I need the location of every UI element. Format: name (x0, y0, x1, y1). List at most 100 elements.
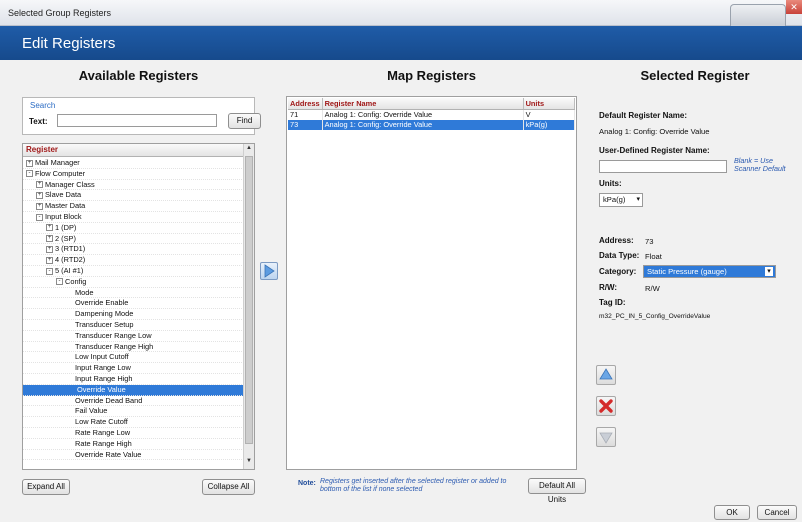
register-tree[interactable]: Register + Mail Manager - Flow Computer + Man… (22, 143, 255, 470)
category-label: Category: (599, 267, 637, 276)
tree-row[interactable]: Dampening Mode (23, 309, 244, 320)
expand-icon[interactable]: + (46, 235, 53, 243)
units-select[interactable]: kPa(g) ▾ (599, 193, 643, 207)
expand-icon[interactable]: + (36, 181, 43, 189)
find-button[interactable]: Find (228, 113, 261, 129)
tree-row[interactable]: -5 (AI #1) (23, 266, 244, 277)
collapse-all-button[interactable]: Collapse All (202, 479, 255, 495)
tree-row[interactable]: + Manager Class (23, 180, 244, 191)
collapse-icon[interactable]: - (46, 267, 53, 275)
tree-row-label: Transducer Range High (75, 341, 154, 351)
collapse-icon[interactable]: - (26, 170, 33, 178)
tree-row[interactable]: + Master Data (23, 201, 244, 212)
page-header: Edit Registers (0, 26, 802, 60)
tree-row-label: Transducer Setup (75, 319, 134, 329)
tree-row-label: 3 (RTD1) (55, 244, 86, 254)
chevron-down-icon: ▾ (636, 196, 640, 203)
row-units: V (523, 109, 575, 120)
default-name-label: Default Register Name: (599, 111, 688, 120)
tree-row[interactable]: Low Rate Cutoff (23, 417, 244, 428)
tag-id-label: Tag ID: (599, 298, 626, 307)
search-text-input[interactable] (57, 114, 217, 127)
row-address: 71 (288, 109, 323, 120)
row-name: Analog 1: Config: Override Value (322, 109, 524, 120)
tree-row[interactable]: Input Range High (23, 374, 244, 385)
table-row-selected[interactable]: 73 Analog 1: Config: Override Value kPa(… (288, 119, 575, 130)
tree-row-label: Input Range High (75, 373, 133, 383)
tree-row-label: Transducer Range Low (75, 330, 152, 340)
tree-row-label: Flow Computer (35, 168, 86, 178)
tree-row-label: Slave Data (45, 190, 82, 200)
col-units-header[interactable]: Units (523, 98, 575, 110)
map-registers-table[interactable]: Address Register Name Units 71 Analog 1:… (286, 96, 577, 470)
tree-row[interactable]: Fail Value (23, 406, 244, 418)
default-name-value: Analog 1: Config: Override Value (599, 127, 710, 136)
row-units: kPa(g) (523, 119, 575, 130)
tree-row[interactable]: Input Range Low (23, 363, 244, 374)
user-defined-name-label: User-Defined Register Name: (599, 146, 710, 155)
ok-button[interactable]: OK (714, 505, 750, 520)
move-down-button[interactable] (596, 427, 616, 447)
col-register-name-header[interactable]: Register Name (322, 98, 524, 110)
default-all-units-button[interactable]: Default All Units (528, 478, 586, 504)
tree-row[interactable]: Transducer Range Low (23, 331, 244, 342)
tree-row[interactable]: Low Input Cutoff (23, 352, 244, 364)
scroll-down-icon[interactable]: ▼ (244, 458, 254, 468)
collapse-icon[interactable]: - (56, 278, 63, 286)
rw-label: R/W: (599, 283, 618, 292)
data-type-label: Data Type: (599, 251, 640, 260)
tree-row[interactable]: Rate Range Low (23, 428, 244, 439)
tree-row-selected[interactable]: Override Value (23, 384, 244, 396)
play-arrow-icon (264, 264, 275, 278)
tree-row[interactable]: - Config (23, 277, 244, 288)
note-text: Registers get inserted after the selecte… (320, 478, 507, 493)
tree-row-label: Fail Value (75, 406, 108, 416)
table-row[interactable]: 71 Analog 1: Config: Override Value V (288, 109, 575, 120)
expand-icon[interactable]: + (46, 256, 53, 264)
tree-row[interactable]: Override Dead Band (23, 396, 244, 407)
tree-row[interactable]: +4 (RTD2) (23, 255, 244, 266)
expand-icon[interactable]: + (46, 224, 53, 232)
delete-x-icon (599, 399, 613, 413)
expand-icon[interactable]: + (46, 245, 53, 253)
tree-row-label: 1 (DP) (55, 222, 77, 232)
category-select[interactable]: Static Pressure (gauge) ▾ (643, 265, 776, 278)
close-icon[interactable]: ✕ (786, 0, 802, 14)
move-up-button[interactable] (596, 365, 616, 385)
tree-row[interactable]: Mode (23, 288, 244, 299)
window-tab (730, 4, 786, 26)
tree-row-label: Override Rate Value (75, 449, 142, 459)
tree-row-label: Mode (75, 287, 94, 297)
expand-all-button[interactable]: Expand All (22, 479, 70, 495)
delete-button[interactable] (596, 396, 616, 416)
tree-row[interactable]: - Input Block (23, 212, 244, 223)
scroll-up-icon[interactable]: ▲ (244, 145, 254, 155)
category-value: Static Pressure (gauge) (647, 267, 727, 276)
tree-row[interactable]: +2 (SP) (23, 234, 244, 245)
rw-value: R/W (645, 284, 660, 293)
user-defined-name-input[interactable] (599, 160, 727, 173)
tree-row[interactable]: +1 (DP) (23, 223, 244, 234)
tree-row[interactable]: + Slave Data (23, 190, 244, 202)
tree-row[interactable]: Transducer Range High (23, 342, 244, 353)
tree-row[interactable]: Rate Range High (23, 439, 244, 450)
expand-icon[interactable]: + (36, 191, 43, 199)
tree-scrollbar[interactable]: ▲ ▼ (243, 144, 254, 469)
tree-row[interactable]: Transducer Setup (23, 320, 244, 331)
tree-row[interactable]: + Mail Manager (23, 158, 244, 169)
tree-row[interactable]: Override Enable (23, 298, 244, 310)
collapse-icon[interactable]: - (36, 213, 43, 221)
cancel-button[interactable]: Cancel (757, 505, 797, 520)
tree-row-label: Input Range Low (75, 363, 131, 373)
tree-row[interactable]: Override Rate Value (23, 450, 244, 461)
col-address-header[interactable]: Address (288, 98, 323, 110)
tree-row-label: Dampening Mode (75, 309, 134, 319)
expand-icon[interactable]: + (26, 159, 33, 167)
tree-row[interactable]: +3 (RTD1) (23, 244, 244, 256)
tree-row[interactable]: - Flow Computer (23, 169, 244, 180)
search-group-label: Search (30, 101, 56, 110)
add-register-button[interactable] (260, 262, 278, 280)
address-value: 73 (645, 237, 654, 246)
scroll-thumb[interactable] (245, 156, 253, 444)
expand-icon[interactable]: + (36, 202, 43, 210)
